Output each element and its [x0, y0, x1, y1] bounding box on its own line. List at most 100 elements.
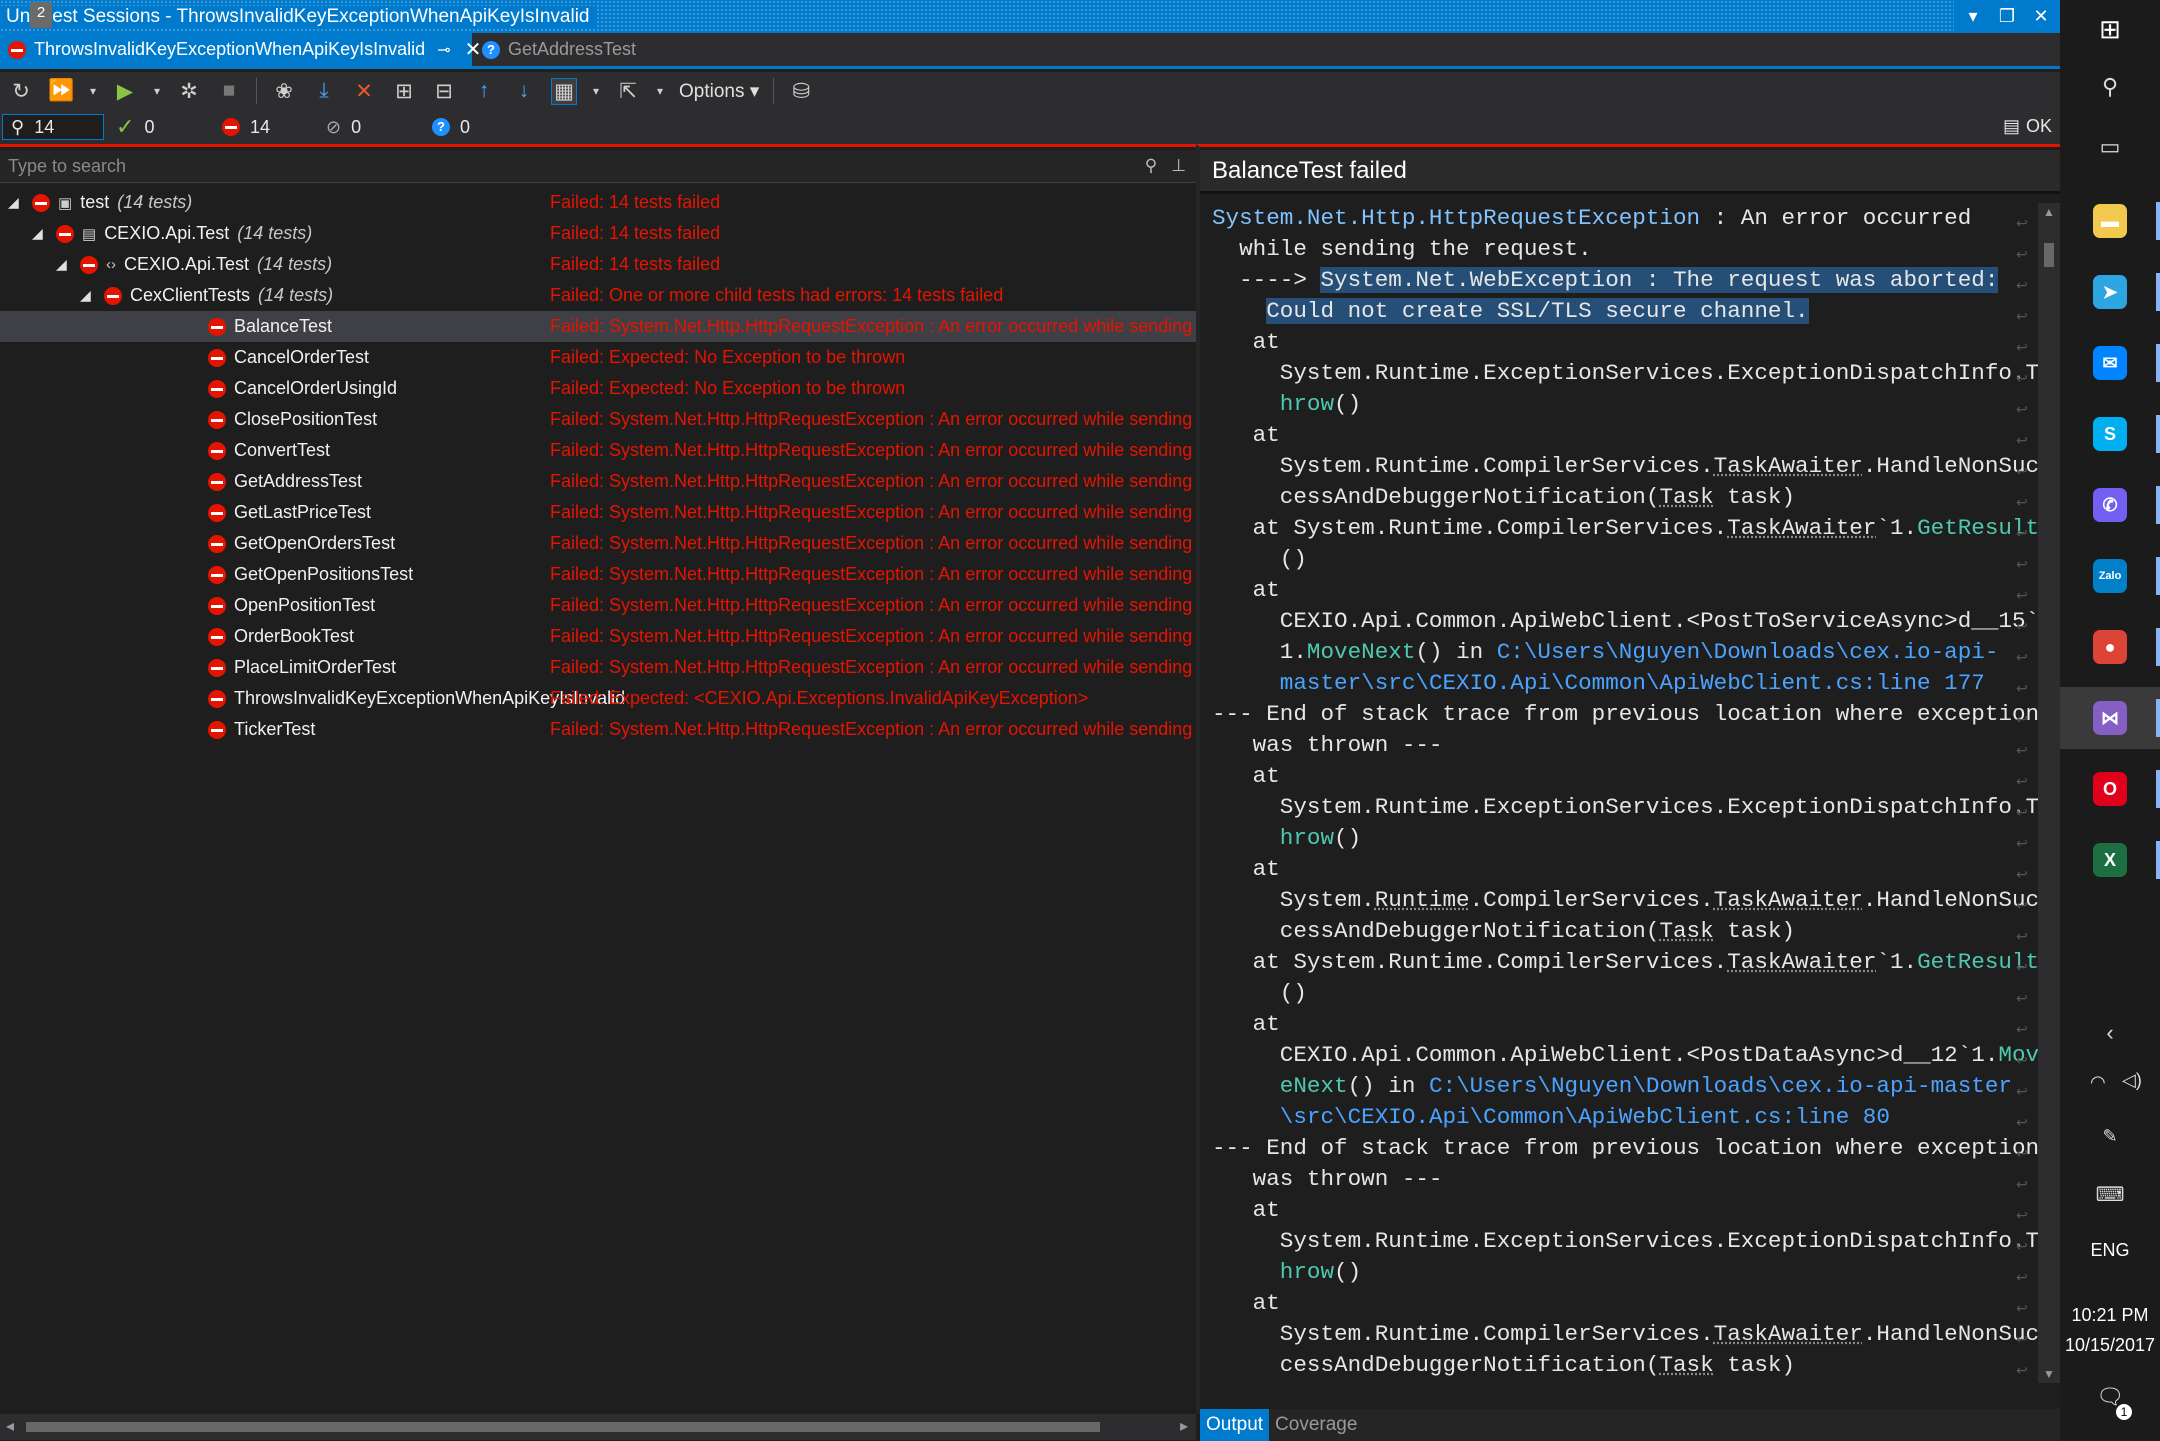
stack-trace[interactable]: System.Net.Http.HttpRequestException : A… — [1200, 203, 2038, 1383]
tab-throws-invalid-key[interactable]: ThrowsInvalidKeyExceptionWhenApiKeyIsInv… — [0, 33, 481, 66]
import-icon[interactable]: ⤓ — [311, 79, 337, 103]
search-icon[interactable]: ⚲ — [2060, 74, 2160, 100]
trace-text: hrow — [1279, 825, 1335, 851]
scroll-up-icon[interactable]: ▲ — [2043, 205, 2055, 219]
filter-icon[interactable]: ⛁ — [788, 79, 814, 104]
trace-line: at — [1212, 854, 1280, 885]
test-name: CEXIO.Api.Test — [104, 223, 230, 243]
scrollbar-thumb[interactable] — [26, 1422, 1100, 1432]
chevron-down-icon[interactable]: ▾ — [152, 84, 162, 98]
taskbar-app[interactable]: S — [2060, 403, 2160, 465]
taskbar-app[interactable]: ⋈ — [2060, 687, 2160, 749]
volume-icon[interactable]: ◁) — [2122, 1070, 2142, 1091]
trace-text: task) — [1713, 918, 1796, 944]
options-menu[interactable]: Options ▾ — [679, 80, 759, 103]
pin-icon[interactable]: ⊸ — [437, 40, 450, 60]
tree-row[interactable]: ◢ ‹› CEXIO.Api.Test (14 tests) Failed: 14 te… — [0, 249, 1196, 280]
tab-coverage[interactable]: Coverage — [1269, 1414, 1357, 1436]
taskbar-app[interactable]: O — [2060, 758, 2160, 820]
filter-ignored-button[interactable]: ⊘ 0 — [326, 114, 361, 140]
tree-row[interactable]: ◢ ▣ test (14 tests) Failed: 14 tests failed — [0, 187, 1196, 218]
tab-get-address-test[interactable]: ? GetAddressTest — [476, 33, 636, 66]
taskbar-app[interactable]: ● — [2060, 616, 2160, 678]
taskbar-app[interactable]: Zalo — [2060, 545, 2160, 607]
wifi-icon[interactable]: ◠ — [2090, 1072, 2106, 1093]
chevron-left-icon[interactable]: ‹ — [2060, 1020, 2160, 1046]
test-details-panel: BalanceTest failed System.Net.Http.HttpR… — [1196, 144, 2060, 1441]
tree-row[interactable]: BalanceTest Failed: System.Net.Http.HttpR… — [0, 311, 1196, 342]
previous-icon[interactable]: ↑ — [471, 79, 497, 103]
tree-row[interactable]: TickerTest Failed: System.Net.Http.HttpRe… — [0, 714, 1196, 745]
trace-text: hrow — [1279, 1259, 1335, 1285]
close-icon[interactable]: ✕ — [2032, 6, 2050, 27]
search-icon[interactable]: ⚲ — [1145, 156, 1157, 176]
taskbar-app[interactable]: X — [2060, 829, 2160, 891]
language-indicator[interactable]: ENG — [2060, 1240, 2160, 1261]
tab-output[interactable]: Output — [1200, 1409, 1270, 1441]
vertical-scrollbar[interactable]: ▲ ▼ — [2038, 203, 2060, 1383]
horizontal-scrollbar[interactable]: ◂ ▸ — [0, 1414, 1196, 1440]
chevron-down-icon[interactable]: ▾ — [591, 84, 601, 98]
tree-row[interactable]: GetLastPriceTest Failed: System.Net.Http.… — [0, 497, 1196, 528]
source-link[interactable]: master\src\CEXIO.Api\Common\ApiWebClient… — [1280, 670, 1985, 696]
filter-passed-button[interactable]: ✓ 0 — [116, 114, 154, 140]
expand-arrow-icon[interactable]: ◢ — [32, 225, 48, 242]
source-link[interactable]: C:\Users\Nguyen\Downloads\cex.io-api-mas… — [1429, 1073, 2012, 1099]
taskbar-app[interactable]: ▬ — [2060, 190, 2160, 252]
tree-row[interactable]: OpenPositionTest Failed: System.Net.Http.… — [0, 590, 1196, 621]
run-all-icon[interactable]: ⏩ — [48, 79, 74, 103]
expand-arrow-icon[interactable]: ◢ — [8, 194, 24, 211]
trace-text: System.Runtime.ExceptionServices.Excepti… — [1212, 794, 2038, 820]
stop-icon[interactable]: ■ — [216, 79, 242, 103]
ok-status[interactable]: ▤ OK — [2003, 116, 2052, 137]
refresh-icon[interactable]: ↻ — [8, 79, 34, 104]
restore-icon[interactable]: ❐ — [1998, 6, 2016, 27]
expand-arrow-icon[interactable]: ◢ — [80, 287, 96, 304]
collapse-all-icon[interactable]: ⊟ — [431, 79, 457, 104]
group-by-icon[interactable]: ▦ — [551, 77, 577, 105]
search-input[interactable]: Type to search ⚲ ⊥ — [0, 150, 1196, 183]
clock[interactable]: 10:21 PM 10/15/2017 — [2060, 1300, 2160, 1360]
source-link[interactable]: \src\CEXIO.Api\Common\ApiWebClient.cs:li… — [1280, 1104, 1890, 1130]
taskbar-app[interactable]: ✆ — [2060, 474, 2160, 536]
next-icon[interactable]: ↓ — [511, 79, 537, 103]
tree-row[interactable]: GetOpenOrdersTest Failed: System.Net.Http… — [0, 528, 1196, 559]
tree-row[interactable]: ClosePositionTest Failed: System.Net.Http… — [0, 404, 1196, 435]
track-running-icon[interactable]: ❀ — [271, 79, 297, 104]
dropdown-icon[interactable]: ▾ — [1964, 6, 1982, 27]
taskbar-app[interactable]: ✉ — [2060, 332, 2160, 394]
run-icon[interactable]: ▶ — [112, 79, 138, 104]
expand-all-icon[interactable]: ⊞ — [391, 79, 417, 104]
tree-row[interactable]: CancelOrderTest Failed: Expected: No Exce… — [0, 342, 1196, 373]
tree-row[interactable]: GetAddressTest Failed: System.Net.Http.Ht… — [0, 466, 1196, 497]
filter-inconclusive-button[interactable]: ? 0 — [432, 114, 470, 140]
chevron-down-icon[interactable]: ▾ — [88, 84, 98, 98]
tree-row[interactable]: OrderBookTest Failed: System.Net.Http.Htt… — [0, 621, 1196, 652]
scrollbar-thumb[interactable] — [2044, 243, 2054, 267]
filter-all-button[interactable]: ⚲ 14 — [2, 114, 104, 140]
source-link[interactable]: C:\Users\Nguyen\Downloads\cex.io-api- — [1497, 639, 1999, 665]
notification-icon[interactable]: 🗨 — [2060, 1384, 2160, 1410]
taskbar-app[interactable]: ➤ — [2060, 261, 2160, 323]
chevron-down-icon[interactable]: ▾ — [655, 84, 665, 98]
tree-row[interactable]: ◢ CexClientTests (14 tests) Failed: One or … — [0, 280, 1196, 311]
tree-row[interactable]: CancelOrderUsingId Failed: Expected: No E… — [0, 373, 1196, 404]
tree-row[interactable]: ◢ ▤ CEXIO.Api.Test (14 tests) Failed: 14 tes… — [0, 218, 1196, 249]
scroll-left-icon[interactable]: ◂ — [6, 1416, 14, 1436]
debug-icon[interactable]: ✲ — [176, 79, 202, 104]
pen-icon[interactable]: ✎ — [2060, 1126, 2160, 1147]
tree-row[interactable]: PlaceLimitOrderTest Failed: System.Net.Ht… — [0, 652, 1196, 683]
export-icon[interactable]: ⇱ — [615, 79, 641, 104]
scroll-right-icon[interactable]: ▸ — [1180, 1416, 1188, 1436]
scroll-down-icon[interactable]: ▼ — [2043, 1367, 2055, 1381]
remove-icon[interactable]: ✕ — [351, 79, 377, 104]
tree-row[interactable]: ThrowsInvalidKeyExceptionWhenApiKeyIsInv… — [0, 683, 1196, 714]
expand-arrow-icon[interactable]: ◢ — [56, 256, 72, 273]
filter-failed-button[interactable]: 14 — [222, 114, 270, 140]
tree-row[interactable]: GetOpenPositionsTest Failed: System.Net.H… — [0, 559, 1196, 590]
keyboard-icon[interactable]: ⌨ — [2060, 1182, 2160, 1207]
windows-start-icon[interactable]: ⊞ — [2060, 14, 2160, 45]
pin-icon[interactable]: ⊥ — [1171, 156, 1186, 176]
task-view-icon[interactable]: ▭ — [2060, 134, 2160, 160]
tree-row[interactable]: ConvertTest Failed: System.Net.Http.HttpR… — [0, 435, 1196, 466]
